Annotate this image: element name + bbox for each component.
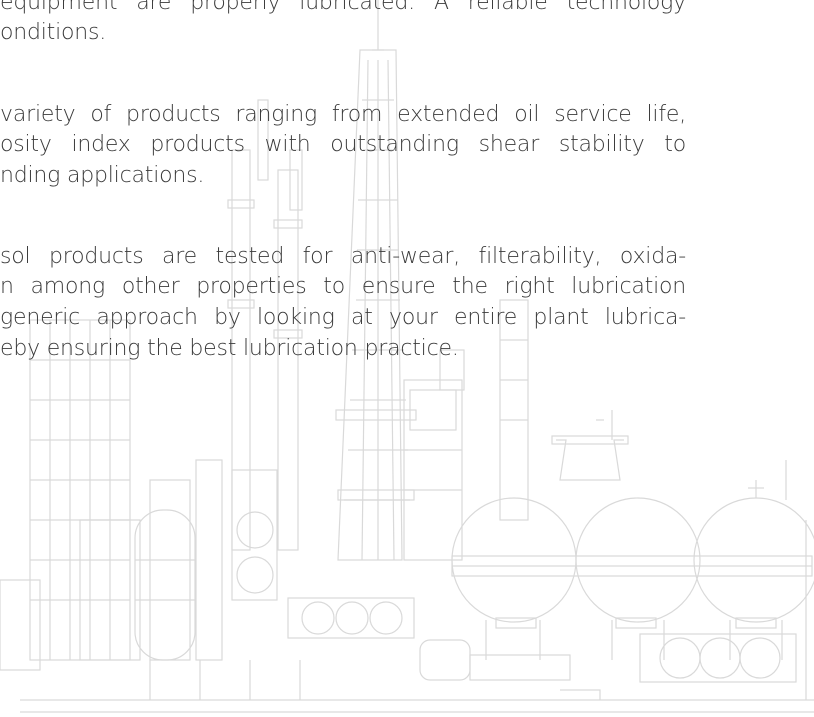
paragraph-3-line-3: generic approach by looking at your enti…: [0, 305, 686, 330]
paragraph-3-line-4: eby ensuring the best lubrication practi…: [0, 336, 459, 361]
paragraph-3-line-2: n among other properties to ensure the r…: [0, 274, 686, 299]
paragraph-1-line-1: equipment are properly lubricated. A rel…: [0, 0, 686, 15]
paragraph-2-line-1: variety of products ranging from extende…: [0, 102, 686, 127]
body-copy: equipment are properly lubricated. A rel…: [0, 0, 814, 717]
paragraph-2-line-2: osity index products with outstanding sh…: [0, 132, 686, 157]
paragraph-1-line-2: onditions.: [0, 20, 107, 45]
paragraph-3-line-1: sol products are tested for anti-wear, f…: [0, 244, 686, 269]
paragraph-2-line-3: nding applications.: [0, 163, 205, 188]
